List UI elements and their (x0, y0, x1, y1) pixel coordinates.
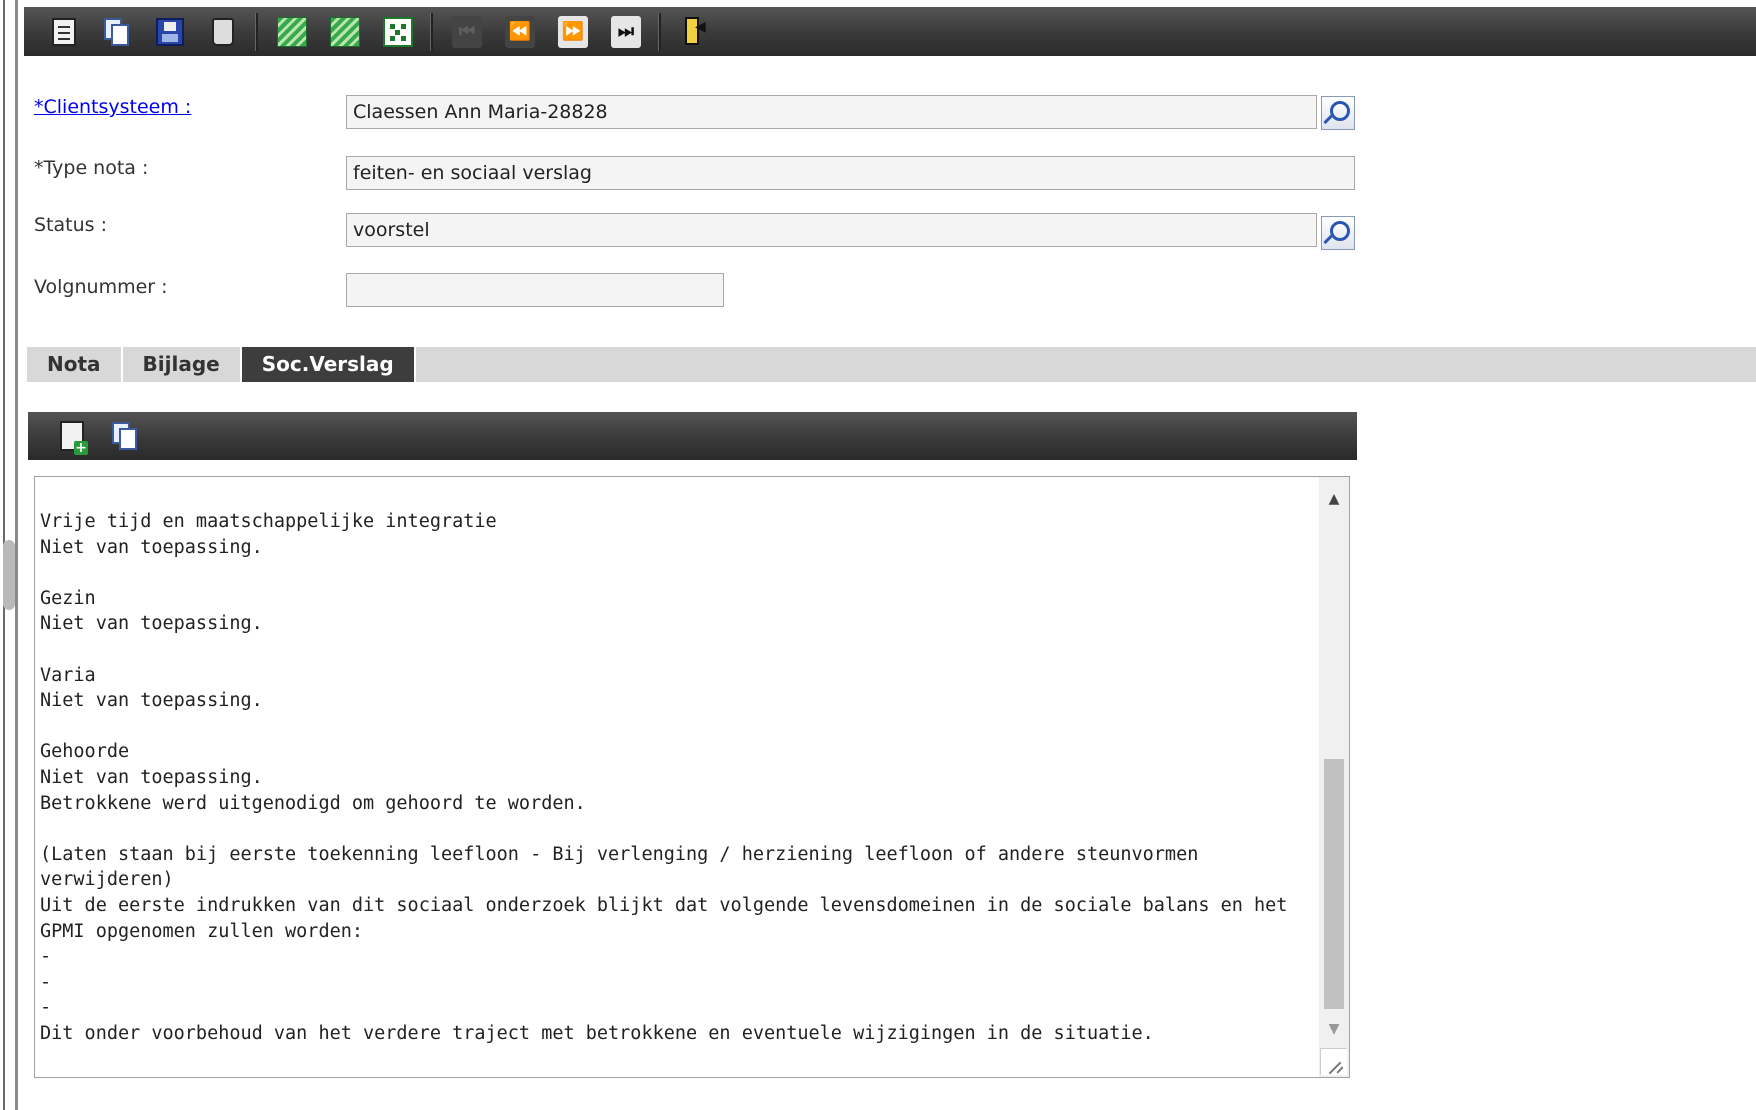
scroll-down-icon[interactable]: ▼ (1319, 1015, 1349, 1043)
new-document-icon (52, 17, 76, 46)
green-action-2-button[interactable] (329, 15, 361, 49)
collapse-handle[interactable] (3, 540, 15, 610)
delete-button[interactable] (207, 15, 239, 49)
social-report-text[interactable]: Vrije tijd en maatschappelijke integrati… (40, 477, 1315, 1077)
toolbar-separator (255, 12, 258, 51)
social-report-textarea[interactable]: Vrije tijd en maatschappelijke integrati… (34, 476, 1350, 1078)
toolbar-separator (430, 12, 433, 51)
magnifier-icon (1330, 101, 1350, 121)
toolbar-separator (658, 12, 661, 51)
save-icon (156, 17, 184, 46)
main-toolbar: ⏮ ⏪ ⏩ ⏭ (24, 7, 1756, 56)
dice-button[interactable] (382, 15, 414, 49)
green-action-1-button[interactable] (276, 15, 308, 49)
volgnummer-row: Volgnummer : (34, 276, 168, 298)
copy-icon (112, 422, 138, 450)
dice-icon (383, 16, 413, 47)
previous-record-button[interactable]: ⏪ (504, 15, 536, 49)
copy-button[interactable] (101, 15, 133, 49)
status-label: Status : (34, 214, 107, 236)
delete-icon (212, 17, 234, 46)
copy-icon (104, 17, 130, 46)
scrollbar-thumb[interactable] (1324, 759, 1344, 1009)
clientsysteem-link[interactable]: *Clientsysteem : (34, 96, 191, 118)
volgnummer-field[interactable] (346, 273, 724, 307)
tab-soc-verslag[interactable]: Soc.Verslag (241, 347, 416, 382)
last-record-icon: ⏭ (611, 15, 641, 48)
volgnummer-label: Volgnummer : (34, 276, 168, 298)
type-nota-label: *Type nota : (34, 157, 149, 179)
green-action-2-icon (330, 16, 360, 47)
exit-button[interactable] (679, 15, 711, 49)
clientsysteem-field[interactable] (346, 95, 1317, 129)
first-record-button[interactable]: ⏮ (451, 15, 483, 49)
next-record-icon: ⏩ (558, 15, 588, 48)
vertical-scrollbar[interactable]: ▲ ▼ (1319, 477, 1349, 1077)
type-nota-row: *Type nota : (34, 157, 148, 179)
save-button[interactable] (154, 15, 186, 49)
report-toolbar (28, 412, 1357, 460)
new-document-button[interactable] (48, 15, 80, 49)
add-document-icon (60, 421, 88, 455)
left-rail (0, 0, 20, 1110)
exit-icon (681, 15, 709, 49)
magnifier-icon (1330, 221, 1350, 241)
previous-record-icon: ⏪ (505, 15, 535, 48)
report-copy-button[interactable] (109, 419, 141, 453)
tab-bar: Nota Bijlage Soc.Verslag (27, 347, 1756, 382)
rail-border-inner (15, 0, 18, 1110)
tab-bijlage[interactable]: Bijlage (123, 347, 242, 382)
type-nota-field[interactable] (346, 156, 1355, 190)
scroll-up-icon[interactable]: ▲ (1319, 485, 1349, 513)
status-lookup-button[interactable] (1321, 216, 1355, 250)
status-field[interactable] (346, 213, 1317, 247)
clientsysteem-row: *Clientsysteem : (34, 96, 191, 118)
insert-template-button[interactable] (56, 419, 88, 455)
first-record-icon: ⏮ (452, 15, 482, 48)
green-action-1-icon (277, 16, 307, 47)
status-row: Status : (34, 214, 107, 236)
tab-nota[interactable]: Nota (27, 347, 123, 382)
clientsysteem-lookup-button[interactable] (1321, 96, 1355, 130)
resize-grip-icon[interactable] (1320, 1048, 1347, 1075)
next-record-button[interactable]: ⏩ (557, 15, 589, 49)
last-record-button[interactable]: ⏭ (610, 15, 642, 49)
